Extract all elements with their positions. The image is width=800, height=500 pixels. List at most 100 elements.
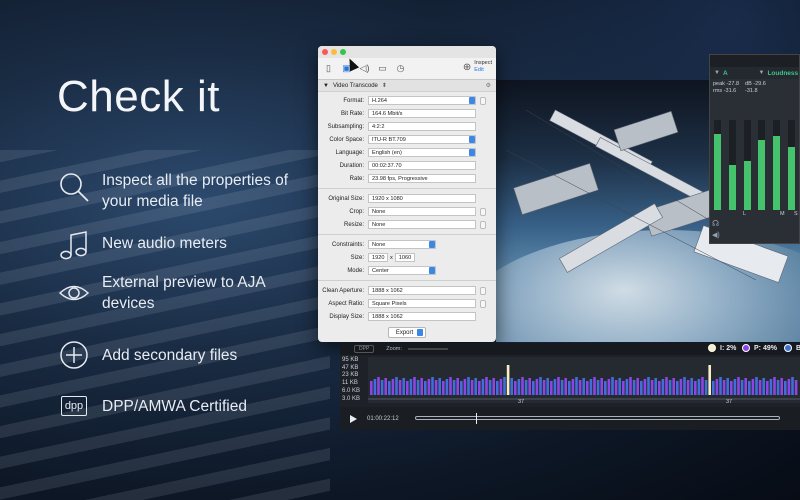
mode-select[interactable]: Center bbox=[368, 266, 436, 275]
field-subsampling: Subsampling: 4:2:2 bbox=[318, 120, 496, 133]
aspect-ratio-value[interactable]: Square Pixels bbox=[368, 299, 476, 308]
frame-bar bbox=[384, 378, 387, 395]
readout-label-db: dB bbox=[745, 81, 752, 87]
frame-bar bbox=[726, 378, 729, 395]
frame-bar bbox=[600, 378, 603, 395]
legend-dot bbox=[784, 344, 792, 352]
meter-bar bbox=[773, 120, 781, 210]
frame-bar bbox=[503, 377, 506, 395]
format-select[interactable]: H.264 bbox=[368, 96, 476, 105]
zoom-slider[interactable] bbox=[407, 348, 448, 350]
audio-icon[interactable]: ◁) bbox=[358, 62, 371, 75]
frame-bar bbox=[784, 381, 787, 395]
frame-bar bbox=[431, 377, 434, 395]
frame-bar bbox=[406, 381, 409, 395]
export-button[interactable]: Export bbox=[387, 327, 427, 338]
section-header[interactable]: ▼ Video Transcode ⬍ ⚙ bbox=[318, 80, 496, 92]
clock-icon[interactable]: ◷ bbox=[394, 62, 407, 75]
frame-bar bbox=[625, 379, 629, 395]
width-input[interactable]: 1920 bbox=[368, 253, 388, 262]
frame-bar bbox=[434, 380, 438, 395]
gear-icon[interactable]: ⚙ bbox=[486, 82, 491, 89]
meter-tab-a[interactable]: ▼ A bbox=[710, 70, 755, 77]
frame-bar bbox=[557, 377, 560, 395]
headphones-icon[interactable]: ☊ bbox=[712, 219, 719, 228]
subsampling-value: 4:2:2 bbox=[368, 122, 476, 131]
feature-text: Inspect all the properties of your media… bbox=[102, 172, 289, 210]
language-select[interactable]: English (en) bbox=[368, 148, 476, 157]
frame-bar bbox=[449, 377, 452, 395]
speaker-icon[interactable]: ◀) bbox=[712, 231, 720, 239]
readout-value: -31.6 bbox=[723, 88, 737, 94]
inspect-icon[interactable]: ⊕ bbox=[463, 62, 471, 73]
document-icon[interactable]: ▯ bbox=[322, 62, 335, 75]
divider bbox=[318, 188, 496, 189]
frame-bar bbox=[524, 380, 528, 395]
frame-bar bbox=[722, 380, 726, 395]
feature-text: DPP/AMWA Certified bbox=[102, 398, 247, 415]
field-format: Format: H.264 bbox=[318, 94, 496, 107]
frame-bar bbox=[593, 377, 596, 395]
chevron-updown-icon: ⬍ bbox=[381, 83, 387, 89]
frame-bar bbox=[748, 381, 751, 395]
duration-value: 00:02:37.70 bbox=[368, 161, 476, 170]
clean-aperture-value[interactable]: 1888 x 1062 bbox=[368, 286, 476, 295]
field-original-size: Original Size: 1920 x 1080 bbox=[318, 192, 496, 205]
field-constraints: Constraints: None bbox=[318, 238, 496, 251]
height-input[interactable]: 1060 bbox=[394, 253, 415, 262]
constraints-select[interactable]: None bbox=[368, 240, 436, 249]
dpp-button[interactable]: DPP bbox=[354, 345, 375, 353]
frame-bar bbox=[571, 379, 575, 395]
crop-stepper[interactable] bbox=[480, 207, 486, 216]
field-display-size: Display Size: 1888 x 1062 bbox=[318, 310, 496, 323]
frame-bar bbox=[492, 378, 495, 395]
play-icon[interactable] bbox=[350, 414, 357, 423]
display-icon[interactable]: ▭ bbox=[376, 62, 389, 75]
frame-bar bbox=[686, 380, 690, 395]
frame-bar bbox=[388, 381, 391, 395]
minimize-window-button[interactable] bbox=[331, 49, 337, 55]
frame-bar bbox=[614, 380, 618, 395]
frame-bar bbox=[661, 379, 665, 395]
crop-value[interactable]: None bbox=[368, 207, 476, 216]
aspect-ratio-stepper[interactable] bbox=[480, 299, 486, 308]
frame-bar bbox=[683, 377, 686, 395]
playhead[interactable] bbox=[476, 413, 477, 424]
page-heading: Check it bbox=[57, 72, 220, 121]
resize-value[interactable]: None bbox=[368, 220, 476, 229]
frame-bar bbox=[380, 380, 384, 395]
frame-bar bbox=[755, 377, 758, 395]
frame-bar bbox=[578, 380, 582, 395]
frame-bar bbox=[514, 381, 517, 395]
analyzer-toolbar: DPP Zoom: I: 2% P: 49% B bbox=[340, 343, 800, 355]
gop-marker-label: 37 bbox=[726, 399, 733, 405]
edit-link[interactable]: Edit bbox=[474, 67, 492, 74]
meter-tab-loudness[interactable]: ▼ Loudness bbox=[755, 70, 800, 77]
frame-bar bbox=[737, 377, 740, 395]
clean-aperture-stepper[interactable] bbox=[480, 286, 486, 295]
display-size-value: 1888 x 1062 bbox=[368, 312, 476, 321]
frame-bar bbox=[733, 379, 737, 395]
disclosure-icon: ▼ bbox=[323, 82, 329, 89]
meter-bars bbox=[714, 115, 795, 210]
meter-bar bbox=[728, 120, 736, 210]
format-stepper[interactable] bbox=[480, 96, 486, 105]
frame-bar bbox=[794, 380, 798, 395]
frame-bar bbox=[416, 380, 420, 395]
frame-bar bbox=[442, 381, 445, 395]
frame-bar bbox=[532, 381, 535, 395]
frame-bar bbox=[787, 379, 791, 395]
frame-bar bbox=[496, 381, 499, 395]
frame-bar bbox=[398, 380, 402, 395]
frame-bar bbox=[629, 377, 632, 395]
frame-bar bbox=[467, 377, 470, 395]
frame-bar bbox=[665, 377, 668, 395]
close-window-button[interactable] bbox=[322, 49, 328, 55]
field-bitrate: Bit Rate: 164.6 Mbit/s bbox=[318, 107, 496, 120]
timeline-scrubber[interactable] bbox=[415, 413, 780, 424]
feature-preview: External preview to AJA devices bbox=[57, 272, 292, 314]
zoom-label: Zoom: bbox=[386, 346, 402, 352]
resize-stepper[interactable] bbox=[480, 220, 486, 229]
zoom-window-button[interactable] bbox=[340, 49, 346, 55]
colorspace-select[interactable]: ITU-R BT.709 bbox=[368, 135, 476, 144]
